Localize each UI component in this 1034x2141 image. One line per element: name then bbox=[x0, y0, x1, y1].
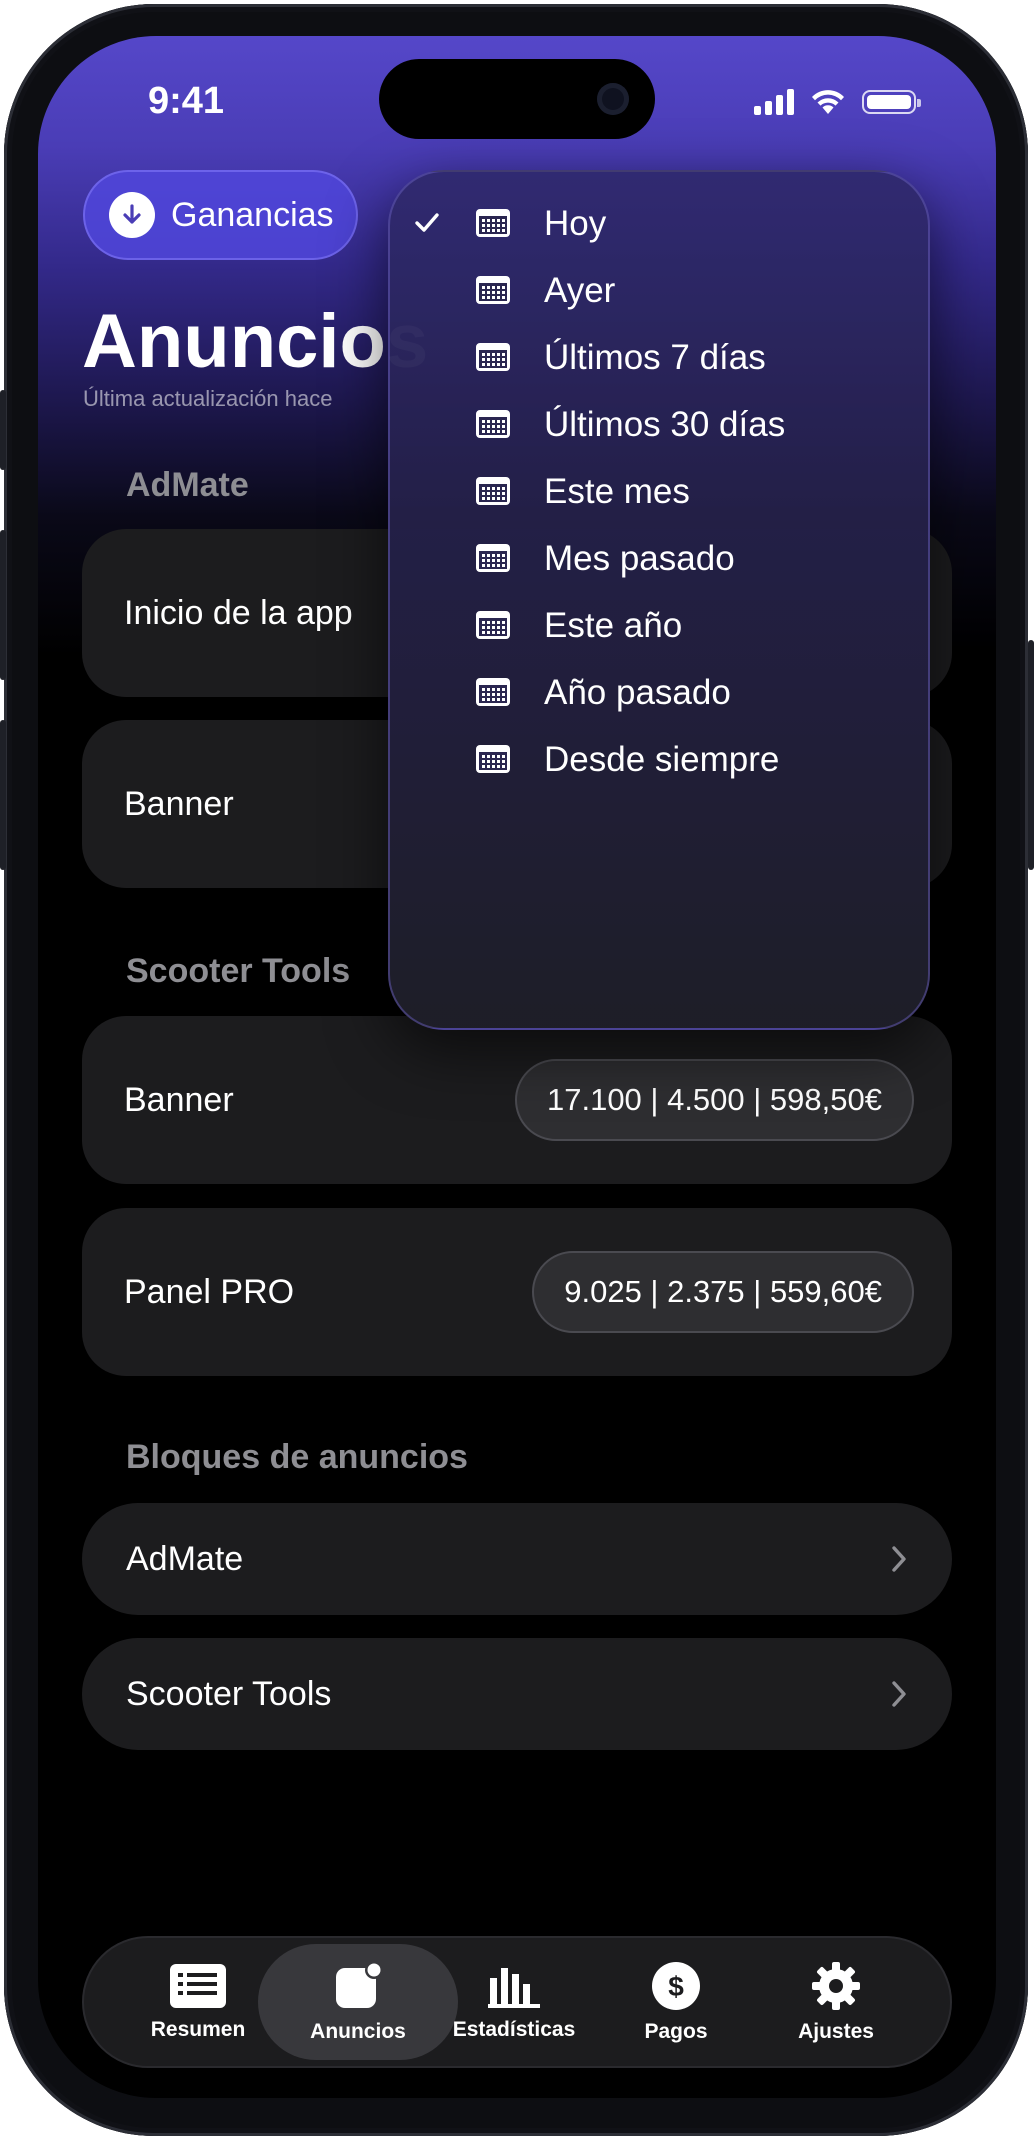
tab-label: Pagos bbox=[644, 2020, 708, 2043]
date-option-label: Últimos 30 días bbox=[544, 405, 786, 444]
tab-label: Anuncios bbox=[310, 2020, 406, 2043]
date-option[interactable]: Este mes bbox=[390, 456, 928, 526]
date-option[interactable]: Últimos 30 días bbox=[390, 389, 928, 459]
ad-row-label: Panel PRO bbox=[124, 1272, 295, 1311]
ad-unit-label: AdMate bbox=[126, 1539, 244, 1578]
date-option[interactable]: Desde siempre bbox=[390, 724, 928, 794]
tab-estadisticas[interactable]: Estadísticas bbox=[434, 1938, 594, 2066]
calendar-icon bbox=[474, 475, 512, 516]
calendar-icon bbox=[474, 274, 512, 315]
tab-resumen[interactable]: Resumen bbox=[118, 1938, 278, 2066]
checkmark-icon bbox=[412, 207, 442, 247]
date-option-label: Año pasado bbox=[544, 673, 731, 712]
tab-anuncios[interactable]: Anuncios bbox=[258, 1944, 458, 2060]
ad-row-label: Banner bbox=[124, 784, 234, 823]
calendar-icon bbox=[474, 743, 512, 784]
date-option-label: Este mes bbox=[544, 472, 690, 511]
section-label-scooter-tools: Scooter Tools bbox=[126, 952, 351, 990]
app-badge-icon bbox=[336, 1961, 383, 2008]
screen: 9:41 Ganancias Anuncios Última actualiza… bbox=[38, 36, 996, 2098]
dynamic-island bbox=[379, 59, 655, 139]
date-option-label: Ayer bbox=[544, 271, 616, 310]
last-updated-text: Última actualización hace bbox=[83, 386, 333, 411]
ad-row-label: Banner bbox=[124, 1080, 234, 1119]
tab-pagos[interactable]: $ Pagos bbox=[596, 1938, 756, 2066]
page-title: Anuncios bbox=[82, 299, 429, 384]
date-option[interactable]: Hoy bbox=[390, 188, 928, 258]
date-option[interactable]: Año pasado bbox=[390, 657, 928, 727]
stats-pill: 17.100 | 4.500 | 598,50€ bbox=[514, 1059, 914, 1141]
tab-label: Resumen bbox=[150, 2018, 246, 2041]
calendar-icon bbox=[474, 207, 512, 248]
date-option[interactable]: Ayer bbox=[390, 255, 928, 325]
action-button bbox=[0, 390, 6, 470]
dollar-circle-icon: $ bbox=[652, 1962, 700, 2010]
cellular-signal-icon bbox=[754, 89, 794, 115]
date-option-label: Mes pasado bbox=[544, 539, 735, 578]
date-option[interactable]: Este año bbox=[390, 590, 928, 660]
date-option-label: Últimos 7 días bbox=[544, 338, 766, 377]
calendar-icon bbox=[474, 341, 512, 382]
date-option[interactable]: Mes pasado bbox=[390, 523, 928, 593]
bar-chart-icon bbox=[488, 1968, 540, 2008]
stats-pill: 9.025 | 2.375 | 559,60€ bbox=[532, 1251, 914, 1333]
section-label-ad-units: Bloques de anuncios bbox=[126, 1438, 468, 1476]
section-label-admate: AdMate bbox=[126, 466, 249, 504]
svg-text:$: $ bbox=[668, 1971, 684, 2002]
ad-unit-row-scooter-tools[interactable]: Scooter Tools bbox=[82, 1638, 952, 1750]
calendar-icon bbox=[474, 676, 512, 717]
ad-unit-label: Scooter Tools bbox=[126, 1674, 332, 1713]
ad-unit-row-admate[interactable]: AdMate bbox=[82, 1503, 952, 1615]
ad-row-banner-scooter[interactable]: Banner 17.100 | 4.500 | 598,50€ bbox=[82, 1016, 952, 1184]
tab-bar: Resumen Anuncios Estadísticas $ Pagos Aj… bbox=[82, 1936, 952, 2068]
download-arrow-icon bbox=[109, 192, 155, 238]
calendar-icon bbox=[474, 408, 512, 449]
volume-down-button bbox=[0, 720, 6, 870]
list-icon bbox=[170, 1964, 226, 2008]
date-option-label: Hoy bbox=[544, 204, 607, 243]
power-button bbox=[1028, 640, 1034, 870]
chevron-right-icon bbox=[892, 1546, 906, 1572]
date-range-menu: Hoy Ayer Últimos 7 días Últimos 30 días Este… bbox=[388, 170, 930, 1030]
earnings-button[interactable]: Ganancias bbox=[83, 170, 358, 260]
date-option-label: Este año bbox=[544, 606, 683, 645]
ad-row-label: Inicio de la app bbox=[124, 593, 353, 632]
gear-icon bbox=[812, 1962, 860, 2010]
tab-label: Ajustes bbox=[798, 2020, 874, 2043]
camera-icon bbox=[597, 83, 629, 115]
status-icons bbox=[754, 88, 921, 116]
date-option-label: Desde siempre bbox=[544, 740, 780, 779]
status-time: 9:41 bbox=[148, 80, 225, 122]
tab-label: Estadísticas bbox=[452, 2018, 576, 2041]
date-option[interactable]: Últimos 7 días bbox=[390, 322, 928, 392]
calendar-icon bbox=[474, 609, 512, 650]
chevron-right-icon bbox=[892, 1681, 906, 1707]
battery-icon bbox=[862, 90, 921, 114]
wifi-icon bbox=[812, 90, 844, 114]
calendar-icon bbox=[474, 542, 512, 583]
ad-row-panel-pro[interactable]: Panel PRO 9.025 | 2.375 | 559,60€ bbox=[82, 1208, 952, 1376]
tab-ajustes[interactable]: Ajustes bbox=[756, 1938, 916, 2066]
volume-up-button bbox=[0, 530, 6, 680]
earnings-button-label: Ganancias bbox=[171, 195, 334, 234]
